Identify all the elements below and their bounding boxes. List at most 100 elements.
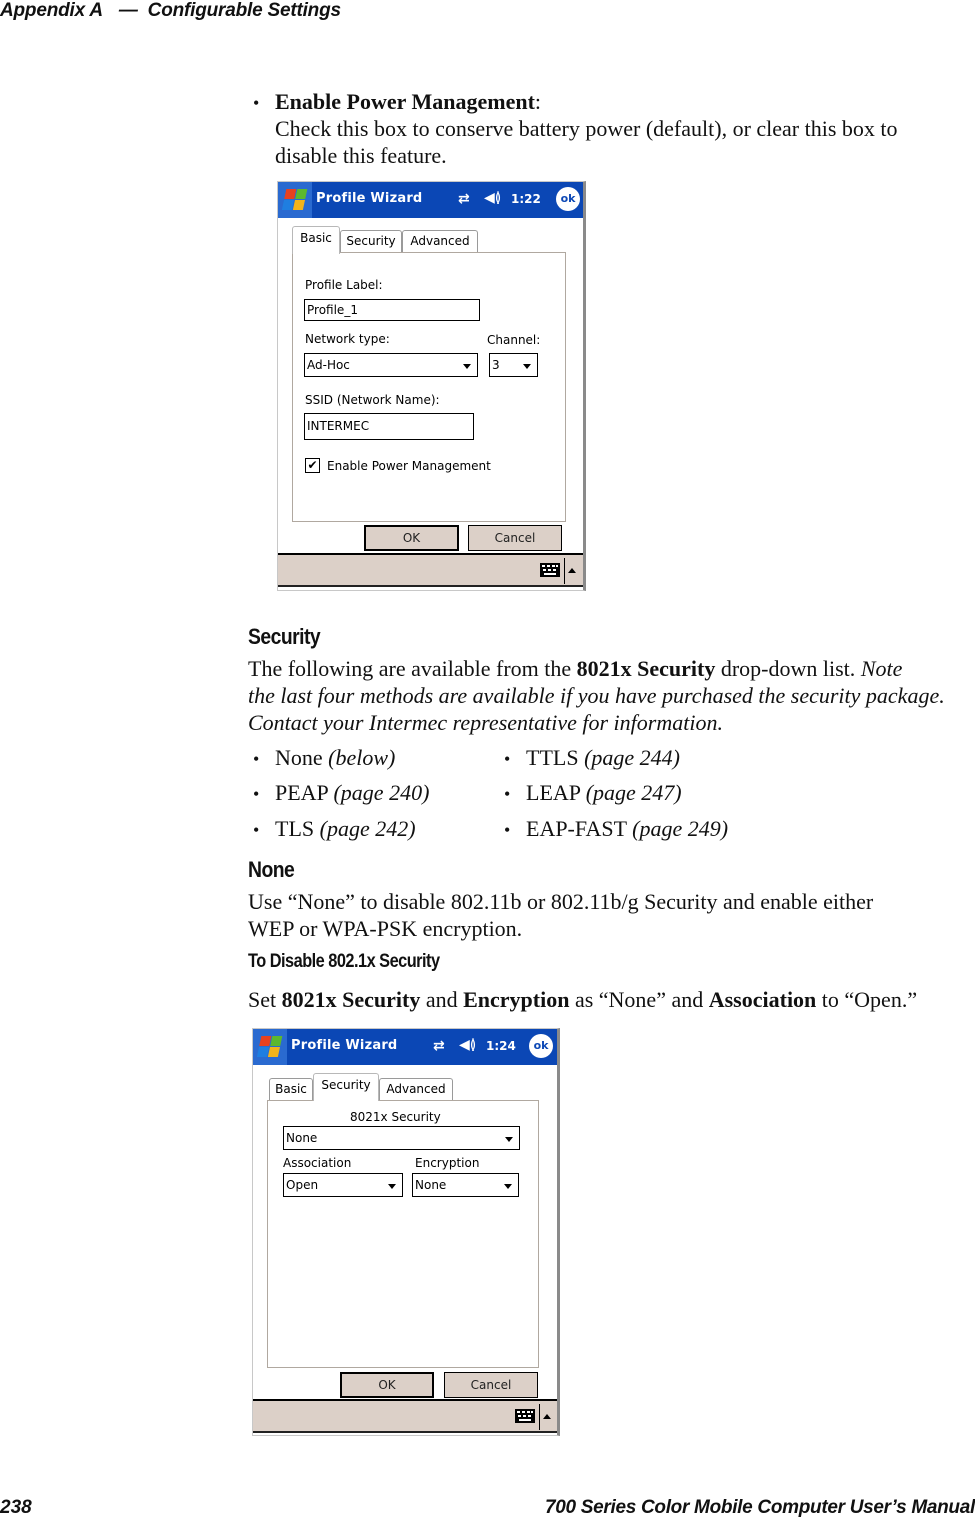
intro-bold: 8021x Security	[576, 656, 716, 681]
manual-title: 700 Series Color Mobile Computer User’s …	[544, 1497, 975, 1518]
tab-panel	[292, 252, 566, 522]
security-heading: Security	[248, 624, 321, 649]
cancel-button[interactable]: Cancel	[444, 1372, 538, 1398]
chevron-down-icon	[388, 1184, 396, 1189]
windows-flag-icon	[281, 189, 309, 211]
profile-label-caption: Profile Label:	[305, 278, 383, 292]
tab-basic[interactable]: Basic	[292, 226, 340, 254]
tab-basic[interactable]: Basic	[269, 1078, 313, 1100]
power-mgmt-item: • Enable Power Management:	[253, 88, 541, 117]
none-desc-2: WEP or WPA-PSK encryption.	[248, 916, 523, 941]
keyboard-icon[interactable]	[540, 563, 560, 577]
association-caption: Association	[283, 1156, 352, 1170]
instr-bold: 8021x Security	[281, 987, 421, 1012]
method-item: • LEAP (page 247)	[504, 779, 682, 808]
power-mgmt-desc-2: disable this feature.	[275, 143, 447, 168]
8021x-security-dropdown[interactable]: None	[283, 1126, 520, 1150]
none-desc-1: Use “None” to disable 802.11b or 802.11b…	[248, 889, 874, 914]
tab-advanced[interactable]: Advanced	[379, 1078, 453, 1100]
instr-text: to “Open.”	[816, 987, 918, 1012]
bullet-icon: •	[253, 784, 260, 804]
title-bar: Profile Wizard ⇄ ◀︎≬ 1:22 ok	[278, 182, 583, 218]
cancel-button[interactable]: Cancel	[468, 525, 562, 551]
tab-advanced[interactable]: Advanced	[402, 230, 478, 252]
instr-text: Set	[248, 987, 282, 1012]
encryption-value: None	[415, 1178, 447, 1192]
8021x-security-caption: 8021x Security	[350, 1110, 441, 1124]
bullet-icon: •	[504, 749, 511, 769]
ok-title-button[interactable]: ok	[556, 187, 580, 211]
power-mgmt-desc-1: Check this box to conserve battery power…	[275, 116, 898, 141]
method-item: • None (below)	[253, 744, 395, 773]
profile-label-input[interactable]: Profile_1	[304, 299, 480, 321]
intro-suffix: drop-down list.	[715, 656, 861, 681]
instr-bold: Association	[708, 987, 817, 1012]
instr-text: and	[420, 987, 464, 1012]
chevron-down-icon	[463, 364, 471, 369]
channel-value: 3	[492, 358, 500, 372]
bullet-icon: •	[253, 93, 260, 113]
tab-security[interactable]: Security	[340, 230, 402, 252]
windows-flag-icon	[256, 1036, 284, 1058]
method-name: TLS	[275, 816, 315, 841]
method-ref[interactable]: (page 240)	[333, 780, 429, 805]
start-button[interactable]	[253, 1029, 287, 1065]
bullet-icon: •	[504, 820, 511, 840]
association-dropdown[interactable]: Open	[283, 1173, 403, 1197]
clock[interactable]: 1:22	[511, 192, 541, 206]
method-name: TTLS	[526, 745, 579, 770]
method-item: • EAP-FAST (page 249)	[504, 815, 728, 844]
volume-icon[interactable]: ◀︎≬	[484, 190, 501, 206]
bullet-icon: •	[253, 749, 260, 769]
ssid-input[interactable]: INTERMEC	[304, 413, 474, 440]
security-note-2: the last four methods are available if y…	[248, 683, 945, 708]
command-bar	[253, 1399, 557, 1433]
association-value: Open	[286, 1178, 319, 1192]
none-heading: None	[248, 857, 295, 882]
sip-up-arrow-icon[interactable]	[543, 1414, 551, 1419]
volume-icon[interactable]: ◀︎≬	[459, 1037, 476, 1053]
channel-dropdown[interactable]: 3	[489, 353, 538, 377]
disable-instructions: Set 8021x Security and Encryption as “No…	[248, 986, 917, 1013]
method-name: EAP-FAST	[526, 816, 627, 841]
method-ref[interactable]: (page 244)	[584, 745, 680, 770]
ssid-caption: SSID (Network Name):	[305, 393, 440, 407]
security-note-3: Contact your Intermec representative for…	[248, 710, 723, 735]
encryption-dropdown[interactable]: None	[412, 1173, 519, 1197]
clock[interactable]: 1:24	[486, 1039, 516, 1053]
method-name: PEAP	[275, 780, 328, 805]
chevron-down-icon	[523, 364, 531, 369]
network-type-dropdown[interactable]: Ad-Hoc	[304, 353, 478, 377]
ok-button[interactable]: OK	[340, 1372, 434, 1398]
running-header: Appendix A — Configurable Settings	[0, 0, 341, 22]
power-management-checkbox[interactable]: ✔	[305, 458, 320, 473]
start-button[interactable]	[278, 182, 312, 218]
method-ref[interactable]: (page 249)	[632, 816, 728, 841]
window-title: Profile Wizard	[291, 1038, 398, 1053]
method-item: • TTLS (page 244)	[504, 744, 680, 773]
network-type-caption: Network type:	[305, 332, 390, 346]
section-label: Configurable Settings	[147, 0, 341, 21]
power-management-label[interactable]: Enable Power Management	[327, 459, 491, 473]
profile-wizard-screen-security: Profile Wizard ⇄ ◀︎≬ 1:24 ok Basic Secur…	[252, 1028, 560, 1436]
colon: :	[534, 89, 542, 114]
tab-security[interactable]: Security	[313, 1073, 379, 1101]
method-ref[interactable]: (page 247)	[586, 780, 682, 805]
method-ref[interactable]: (below)	[328, 745, 395, 770]
connectivity-icon[interactable]: ⇄	[458, 191, 470, 207]
page-number: 238	[0, 1497, 32, 1518]
window-title: Profile Wizard	[316, 191, 423, 206]
profile-wizard-screen-basic: Profile Wizard ⇄ ◀︎≬ 1:22 ok Basic Secur…	[277, 181, 586, 591]
ok-title-button[interactable]: ok	[529, 1034, 553, 1058]
security-value: None	[286, 1131, 318, 1145]
method-item: • PEAP (page 240)	[253, 779, 429, 808]
method-ref[interactable]: (page 242)	[320, 816, 416, 841]
sip-separator	[539, 1404, 540, 1430]
instr-text: as “None” and	[569, 987, 709, 1012]
encryption-caption: Encryption	[415, 1156, 480, 1170]
connectivity-icon[interactable]: ⇄	[433, 1038, 445, 1054]
command-bar	[278, 553, 583, 587]
keyboard-icon[interactable]	[515, 1409, 535, 1423]
sip-up-arrow-icon[interactable]	[568, 568, 576, 573]
ok-button[interactable]: OK	[364, 525, 459, 551]
